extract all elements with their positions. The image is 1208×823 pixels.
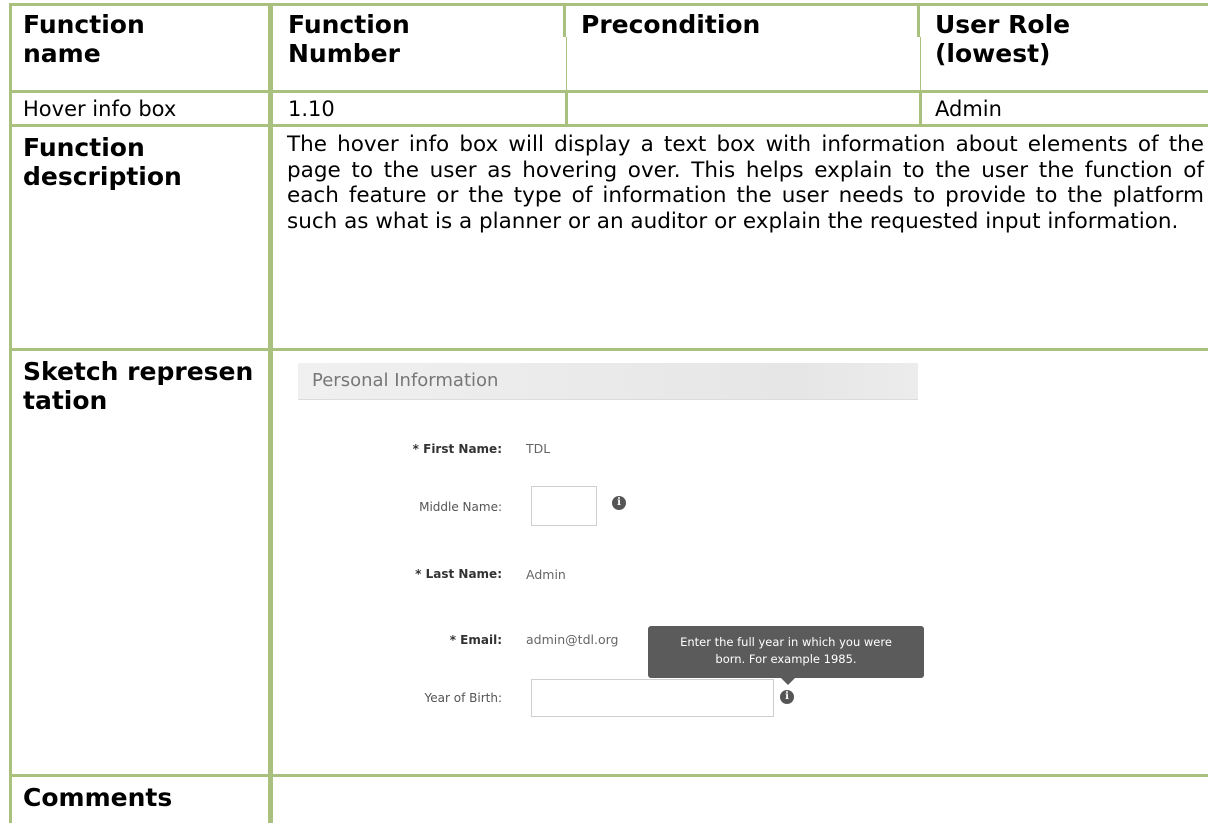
last-name-label: * Last Name: xyxy=(415,567,502,581)
middle-name-input[interactable] xyxy=(531,486,597,526)
year-of-birth-label: Year of Birth: xyxy=(424,691,502,705)
header-user-role: User Role (lowest) xyxy=(935,10,1071,68)
function-description-text: The hover info box will display a text b… xyxy=(287,132,1204,234)
comments-value xyxy=(279,781,1179,782)
tooltip-arrow xyxy=(781,678,795,685)
table-border xyxy=(9,90,1208,93)
table-border xyxy=(9,124,1208,127)
email-value: admin@tdl.org xyxy=(526,632,619,647)
row-precondition xyxy=(572,96,912,97)
first-name-value: TDL xyxy=(526,441,551,456)
table-border xyxy=(9,3,1208,6)
table-border xyxy=(563,3,566,37)
tooltip-line-1: Enter the full year in which you were xyxy=(680,635,892,649)
table-border xyxy=(9,348,1208,351)
tooltip-line-2: born. For example 1985. xyxy=(715,652,857,666)
table-border xyxy=(919,90,922,126)
last-name-value: Admin xyxy=(526,567,566,582)
description-label: Function description xyxy=(23,133,182,191)
info-icon[interactable]: i xyxy=(780,690,794,704)
email-label: * Email: xyxy=(449,633,502,647)
header-function-number: Function Number xyxy=(288,10,410,68)
year-of-birth-input[interactable] xyxy=(531,679,774,717)
sketch-label: Sketch representation xyxy=(23,357,254,415)
section-title: Personal Information xyxy=(312,370,499,391)
table-border xyxy=(917,3,920,37)
header-precondition: Precondition xyxy=(581,10,761,39)
table-border xyxy=(565,90,568,126)
table-border xyxy=(566,37,567,90)
function-spec-table: Function name Function Number Preconditi… xyxy=(0,0,1208,823)
row-function-name: Hover info box xyxy=(23,97,177,121)
comments-label: Comments xyxy=(23,783,173,812)
row-function-number: 1.10 xyxy=(288,97,335,121)
row-user-role: Admin xyxy=(935,97,1002,121)
section-header-bar: Personal Information xyxy=(298,363,918,400)
header-function-name: Function name xyxy=(23,10,145,68)
middle-name-label: Middle Name: xyxy=(419,500,502,514)
sketch-screenshot: Personal Information * First Name: TDL M… xyxy=(285,355,965,775)
info-icon[interactable]: i xyxy=(612,496,626,510)
first-name-label: * First Name: xyxy=(412,442,502,456)
hover-tooltip: Enter the full year in which you were bo… xyxy=(648,626,924,685)
table-border xyxy=(920,37,921,90)
